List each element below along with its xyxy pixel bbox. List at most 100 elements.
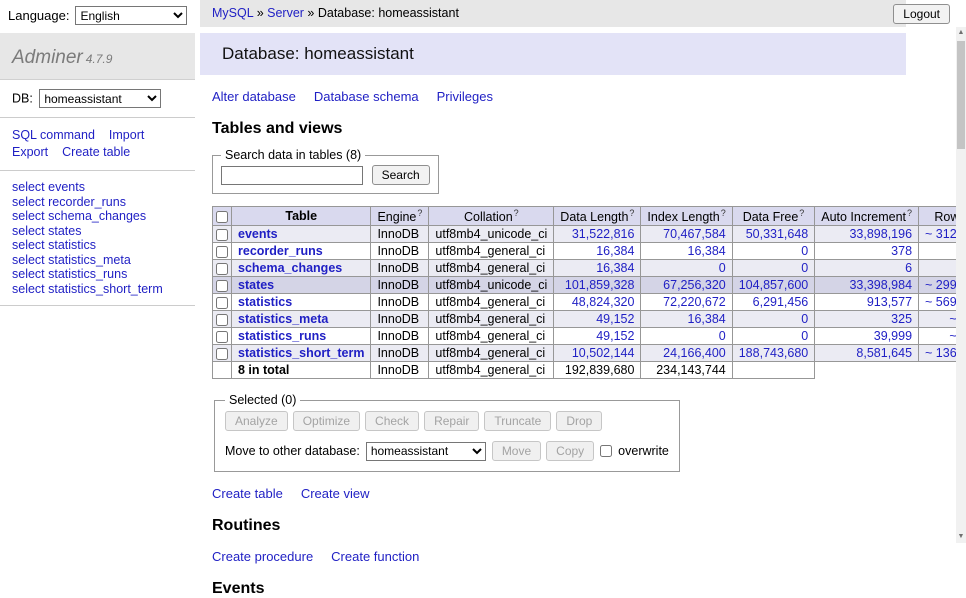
row-checkbox-schema_changes[interactable]: [216, 263, 228, 275]
drop-button[interactable]: Drop: [556, 411, 602, 431]
create-view-link[interactable]: Create view: [301, 486, 370, 501]
create-function-link[interactable]: Create function: [331, 549, 419, 564]
logout-button[interactable]: Logout: [893, 4, 950, 24]
data-length-link[interactable]: 49,152: [596, 329, 634, 343]
index-length-link[interactable]: 16,384: [688, 244, 726, 258]
auto-increment-link[interactable]: 6: [905, 261, 912, 275]
breadcrumb-link-mysql[interactable]: MySQL: [212, 6, 253, 20]
db-select[interactable]: homeassistant: [39, 89, 161, 108]
privileges-link[interactable]: Privileges: [437, 89, 493, 104]
create-procedure-link[interactable]: Create procedure: [212, 549, 313, 564]
data-length-link[interactable]: 16,384: [596, 261, 634, 275]
table-name-link-statistics_short_term[interactable]: statistics_short_term: [238, 346, 364, 360]
sidebar-links: SQL command Import Export Create table: [0, 118, 195, 171]
app-name[interactable]: Adminer: [12, 47, 83, 68]
row-checkbox-statistics_runs[interactable]: [216, 331, 228, 343]
data-length-link[interactable]: 31,522,816: [572, 227, 635, 241]
index-length-link[interactable]: 0: [719, 261, 726, 275]
auto-increment-link[interactable]: 8,581,645: [856, 346, 912, 360]
column-help-link[interactable]: ?: [799, 208, 804, 218]
sidebar-table-link-select-statistics-meta[interactable]: select statistics_meta: [12, 253, 131, 267]
column-help-link[interactable]: ?: [417, 208, 422, 218]
row-checkbox-recorder_runs[interactable]: [216, 246, 228, 258]
data-length-link[interactable]: 101,859,328: [565, 278, 635, 292]
data-free-link[interactable]: 0: [801, 261, 808, 275]
row-checkbox-states[interactable]: [216, 280, 228, 292]
auto-increment-link[interactable]: 33,398,984: [849, 278, 912, 292]
data-free-link[interactable]: 0: [801, 312, 808, 326]
auto-increment-link[interactable]: 913,577: [867, 295, 912, 309]
overwrite-checkbox[interactable]: [600, 445, 612, 457]
overwrite-label[interactable]: overwrite: [618, 444, 669, 458]
sidebar-table-link-select-recorder-runs[interactable]: select recorder_runs: [12, 195, 126, 209]
copy-button[interactable]: Copy: [546, 441, 594, 461]
sidebar-link-import[interactable]: Import: [109, 128, 144, 142]
table-name-link-schema_changes[interactable]: schema_changes: [238, 261, 342, 275]
data-length-link[interactable]: 49,152: [596, 312, 634, 326]
search-input[interactable]: [221, 166, 363, 185]
column-help-link[interactable]: ?: [629, 208, 634, 218]
search-button[interactable]: Search: [372, 165, 430, 185]
sidebar-table-link-select-statistics[interactable]: select statistics: [12, 238, 96, 252]
table-name-link-recorder_runs[interactable]: recorder_runs: [238, 244, 323, 258]
table-name-link-statistics[interactable]: statistics: [238, 295, 292, 309]
sidebar-table-link-select-schema-changes[interactable]: select schema_changes: [12, 209, 146, 223]
data-free-link[interactable]: 188,743,680: [739, 346, 809, 360]
index-length-link[interactable]: 16,384: [688, 312, 726, 326]
index-length-link[interactable]: 0: [719, 329, 726, 343]
truncate-button[interactable]: Truncate: [484, 411, 551, 431]
data-length-link[interactable]: 48,824,320: [572, 295, 635, 309]
scrollbar[interactable]: ▲ ▼: [956, 27, 966, 543]
table-name-link-statistics_meta[interactable]: statistics_meta: [238, 312, 328, 326]
scrollbar-down-icon[interactable]: ▼: [956, 531, 966, 543]
analyze-button[interactable]: Analyze: [225, 411, 288, 431]
data-free-link[interactable]: 50,331,648: [746, 227, 809, 241]
breadcrumb-link-server[interactable]: Server: [267, 6, 304, 20]
optimize-button[interactable]: Optimize: [293, 411, 360, 431]
data-free-link[interactable]: 6,291,456: [753, 295, 809, 309]
auto-increment-link[interactable]: 378: [891, 244, 912, 258]
table-name-link-statistics_runs[interactable]: statistics_runs: [238, 329, 326, 343]
column-help-link[interactable]: ?: [907, 208, 912, 218]
check-button[interactable]: Check: [365, 411, 419, 431]
move-db-select[interactable]: homeassistant: [366, 442, 486, 461]
index-length-link[interactable]: 67,256,320: [663, 278, 726, 292]
sidebar-table-link-select-events[interactable]: select events: [12, 180, 85, 194]
database-schema-link[interactable]: Database schema: [314, 89, 419, 104]
row-checkbox-statistics[interactable]: [216, 297, 228, 309]
move-button[interactable]: Move: [492, 441, 541, 461]
index-length-link[interactable]: 24,166,400: [663, 346, 726, 360]
data-length-link[interactable]: 16,384: [596, 244, 634, 258]
row-checkbox-statistics_short_term[interactable]: [216, 348, 228, 360]
data-free-cell: 0: [732, 243, 815, 260]
auto-increment-link[interactable]: 33,898,196: [849, 227, 912, 241]
alter-database-link[interactable]: Alter database: [212, 89, 296, 104]
index-length-link[interactable]: 70,467,584: [663, 227, 726, 241]
data-length-link[interactable]: 10,502,144: [572, 346, 635, 360]
select-all-checkbox[interactable]: [216, 211, 228, 223]
index-length-link[interactable]: 72,220,672: [663, 295, 726, 309]
table-name-link-events[interactable]: events: [238, 227, 278, 241]
sidebar-table-link-select-states[interactable]: select states: [12, 224, 81, 238]
repair-button[interactable]: Repair: [424, 411, 479, 431]
sidebar-link-sql-command[interactable]: SQL command: [12, 128, 95, 142]
column-help-link[interactable]: ?: [721, 208, 726, 218]
sidebar-table-link-select-statistics-runs[interactable]: select statistics_runs: [12, 267, 127, 281]
sidebar-link-line: Export Create table: [12, 144, 183, 161]
auto-increment-link[interactable]: 39,999: [874, 329, 912, 343]
sidebar-link-export[interactable]: Export: [12, 145, 48, 159]
scrollbar-up-icon[interactable]: ▲: [956, 27, 966, 39]
row-checkbox-events[interactable]: [216, 229, 228, 241]
data-free-link[interactable]: 0: [801, 244, 808, 258]
data-free-link[interactable]: 0: [801, 329, 808, 343]
language-select[interactable]: English: [75, 6, 187, 25]
data-free-link[interactable]: 104,857,600: [739, 278, 809, 292]
table-name-link-states[interactable]: states: [238, 278, 274, 292]
sidebar-table-link-select-statistics-short-term[interactable]: select statistics_short_term: [12, 282, 163, 296]
create-table-link[interactable]: Create table: [212, 486, 283, 501]
sidebar-link-create-table[interactable]: Create table: [62, 145, 130, 159]
scrollbar-thumb[interactable]: [957, 41, 965, 149]
column-help-link[interactable]: ?: [514, 208, 519, 218]
row-checkbox-statistics_meta[interactable]: [216, 314, 228, 326]
auto-increment-link[interactable]: 325: [891, 312, 912, 326]
